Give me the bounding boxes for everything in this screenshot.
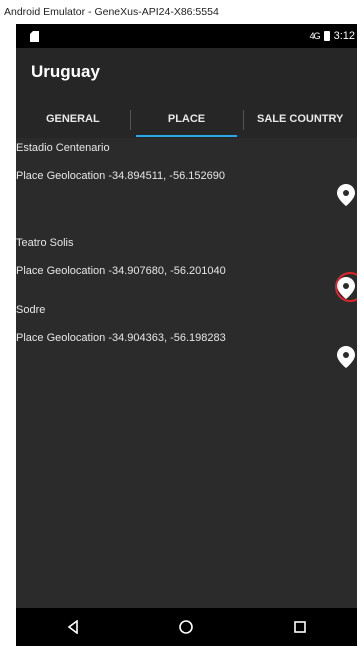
back-button[interactable]: [43, 608, 103, 646]
place-name: Teatro Solis: [16, 237, 74, 249]
back-triangle-icon: [67, 620, 78, 634]
place-geolocation: Place Geolocation -34.894511, -56.152690: [16, 170, 225, 182]
tab-sale-country[interactable]: SALE COUNTRY: [243, 100, 357, 138]
system-nav-bar: [16, 608, 357, 646]
tab-bar: GENERAL PLACE SALE COUNTRY: [16, 100, 357, 138]
status-time: 3:12: [333, 30, 355, 42]
map-pin-icon[interactable]: [337, 184, 355, 206]
recents-square-icon: [294, 621, 306, 633]
emulator-window-title: Android Emulator - GeneXus-API24-X86:555…: [0, 0, 357, 24]
home-circle-icon: [179, 620, 194, 634]
place-geolocation: Place Geolocation -34.904363, -56.198283: [16, 332, 226, 344]
places-list: Estadio Centenario Place Geolocation -34…: [16, 138, 357, 608]
signal-icon: 4G: [309, 31, 321, 41]
home-button[interactable]: [156, 608, 216, 646]
place-geolocation: Place Geolocation -34.907680, -56.201040: [16, 265, 226, 277]
sd-card-icon: [30, 31, 39, 42]
app-bar: Uruguay: [16, 48, 357, 100]
tab-place[interactable]: PLACE: [129, 100, 244, 138]
recents-button[interactable]: [270, 608, 330, 646]
status-right: 4G 3:12: [310, 24, 355, 48]
map-pin-icon[interactable]: [337, 346, 355, 368]
map-pin-icon[interactable]: [337, 277, 355, 299]
battery-icon: [323, 31, 330, 41]
page-title: Uruguay: [31, 62, 100, 81]
place-name: Estadio Centenario: [16, 142, 110, 154]
status-bar: 4G 3:12: [16, 24, 357, 48]
tab-general[interactable]: GENERAL: [16, 100, 130, 138]
place-name: Sodre: [16, 304, 46, 316]
device-screen: 4G 3:12 Uruguay GENERAL PLACE SALE COUNT…: [16, 24, 357, 646]
